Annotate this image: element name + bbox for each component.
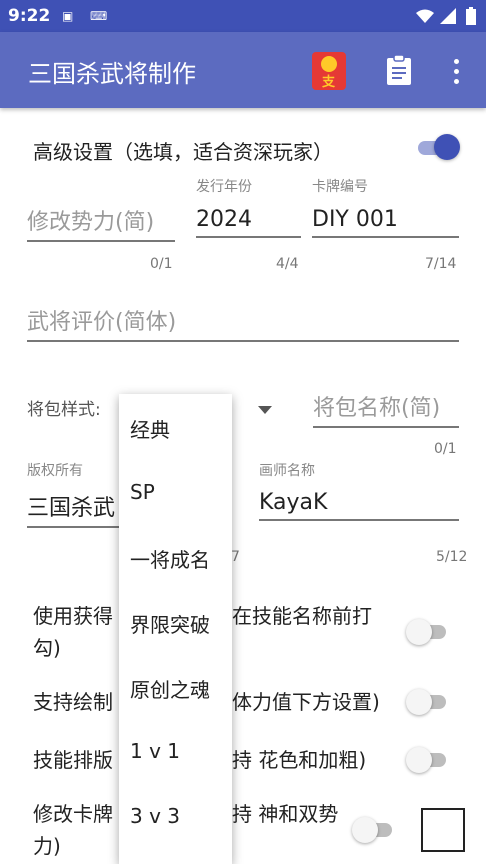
- pack-name-input[interactable]: 将包名称(简): [313, 390, 459, 428]
- card-no-input[interactable]: DIY 001: [312, 207, 459, 238]
- battery-charging-icon: [466, 7, 476, 25]
- year-counter: 4/4: [276, 256, 299, 272]
- option-4-toggle[interactable]: [352, 816, 396, 844]
- card-no-label: 卡牌编号: [312, 179, 368, 195]
- option-3-left: 技能排版: [33, 748, 113, 772]
- dropdown-item-1v1[interactable]: 1 v 1: [130, 739, 180, 763]
- wifi-icon: [416, 9, 434, 23]
- status-bar: 9:22 ▣ ⌨: [0, 0, 486, 32]
- painter-input[interactable]: KayaK: [259, 490, 459, 521]
- pack-style-dropdown: 经典 SP 一将成名 界限突破 原创之魂 1 v 1 3 v 3: [119, 394, 232, 864]
- painter-label: 画师名称: [259, 463, 315, 479]
- option-1-right: 在技能名称前打: [232, 604, 372, 628]
- signal-icon: [440, 8, 456, 24]
- option-3-toggle[interactable]: [406, 746, 450, 774]
- dropdown-item-yjcm[interactable]: 一将成名: [130, 544, 210, 573]
- advanced-label: 高级设置（选填，适合资深玩家）: [33, 140, 333, 164]
- option-3-right: 持 花色和加粗): [232, 748, 367, 772]
- painter-counter: 5/12: [436, 549, 468, 565]
- dropdown-item-classic[interactable]: 经典: [130, 414, 170, 443]
- keyboard-icon: ⌨: [90, 9, 108, 23]
- card-no-counter: 7/14: [425, 256, 457, 272]
- faction-input[interactable]: 修改势力(简): [27, 204, 175, 242]
- advanced-toggle[interactable]: [416, 134, 460, 162]
- copyright-label: 版权所有: [27, 463, 83, 479]
- option-1-left: 使用获得: [33, 604, 113, 628]
- red-packet-icon[interactable]: 支: [312, 52, 346, 90]
- option-2-right: 体力值下方设置): [232, 690, 380, 714]
- option-4-right: 持 神和双势: [232, 802, 339, 826]
- dropdown-item-original[interactable]: 原创之魂: [130, 674, 210, 703]
- option-1-toggle[interactable]: [406, 618, 450, 646]
- dropdown-item-3v3[interactable]: 3 v 3: [130, 804, 180, 828]
- year-input[interactable]: 2024: [196, 207, 301, 238]
- option-1-line2: 勾): [33, 636, 61, 660]
- pack-name-counter: 0/1: [434, 441, 457, 457]
- year-label: 发行年份: [196, 179, 252, 195]
- clipboard-icon[interactable]: [386, 54, 412, 86]
- dropdown-item-sp[interactable]: SP: [130, 480, 155, 504]
- dropdown-arrow-icon[interactable]: [258, 406, 272, 414]
- option-4-left: 修改卡牌: [33, 802, 113, 826]
- option-4-checkbox[interactable]: [421, 808, 465, 852]
- app-bar: 三国杀武将制作 支: [0, 32, 486, 108]
- option-2-left: 支持绘制: [33, 690, 113, 714]
- status-time: 9:22: [8, 6, 51, 26]
- app-title: 三国杀武将制作: [28, 60, 196, 88]
- pack-style-label: 将包样式:: [27, 400, 101, 420]
- faction-counter: 0/1: [150, 256, 173, 272]
- more-vert-icon[interactable]: [446, 56, 466, 86]
- dropdown-item-jxtp[interactable]: 界限突破: [130, 609, 210, 638]
- option-2-toggle[interactable]: [406, 688, 450, 716]
- copyright-counter: 7: [231, 549, 240, 565]
- review-input[interactable]: 武将评价(简体): [27, 304, 459, 342]
- option-4-line2: 力): [33, 834, 61, 858]
- notification-a-icon: ▣: [62, 9, 74, 23]
